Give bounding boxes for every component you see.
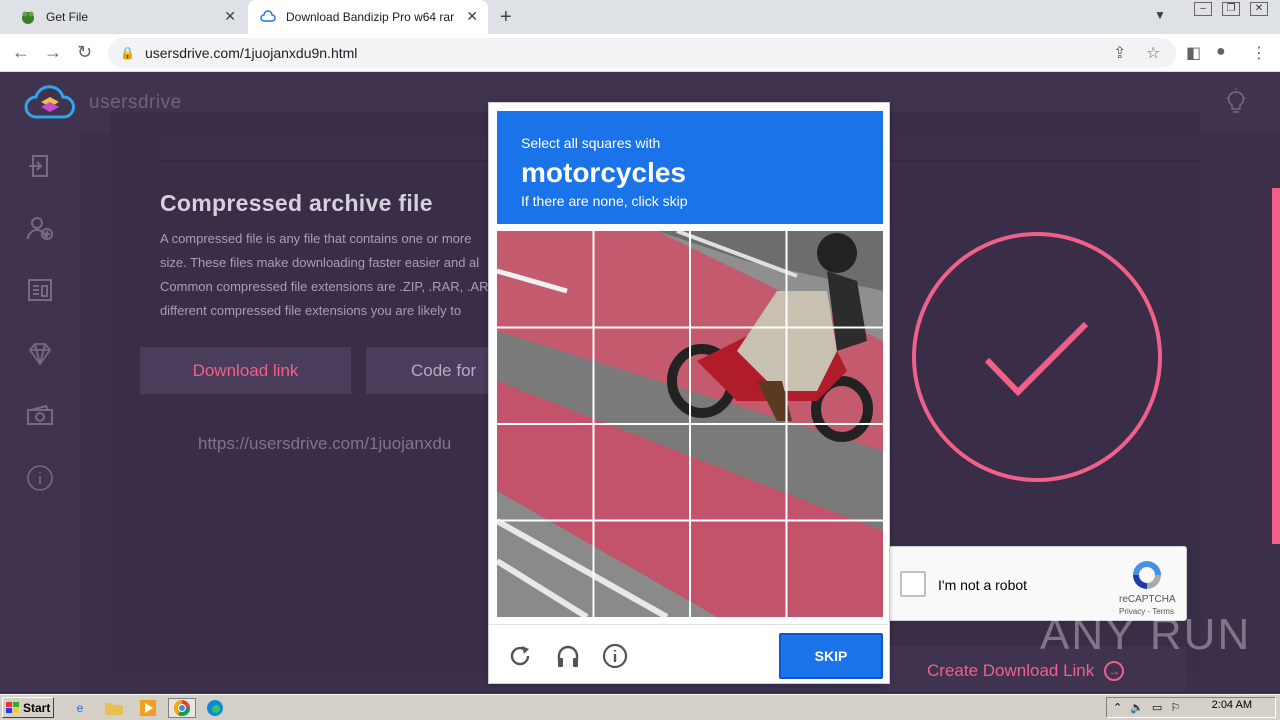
tab-title: Download Bandizip Pro w64 rar — [286, 10, 455, 24]
close-tab-icon[interactable]: ✕ — [466, 8, 478, 25]
recaptcha-checkbox[interactable] — [900, 571, 926, 597]
windows-logo-icon — [6, 701, 19, 713]
challenge-keyword: motorcycles — [521, 157, 686, 188]
volume-icon[interactable]: 🔈 — [1130, 701, 1144, 714]
site-brand[interactable]: usersdrive — [89, 92, 182, 114]
reload-icon[interactable]: ↻ — [77, 42, 92, 63]
anyrun-watermark: ANY RUN — [1040, 610, 1252, 659]
money-icon[interactable] — [26, 402, 54, 430]
add-user-icon[interactable] — [26, 214, 54, 242]
section-heading: Compressed archive file — [160, 190, 433, 216]
download-url[interactable]: https://usersdrive.com/1juojanxdu — [198, 434, 451, 454]
chevron-up-icon[interactable]: ⌃ — [1113, 701, 1122, 714]
tab-get-file[interactable]: Get File ✕ — [8, 0, 246, 34]
address-bar[interactable]: 🔒 usersdrive.com/1juojanxdu9n.html — [108, 38, 1176, 68]
folder-icon[interactable] — [104, 698, 124, 718]
challenge-image-grid — [497, 231, 883, 617]
cloud-icon — [260, 9, 276, 25]
close-tab-icon[interactable]: ✕ — [224, 8, 236, 25]
tab-download-link[interactable]: Download link — [140, 347, 351, 394]
edge-icon[interactable] — [205, 698, 225, 718]
challenge-header: Select all squares with motorcycles If t… — [497, 111, 883, 224]
taskbar: Start e ⌃ 🔈 ▭ ⚐ 2:04 AM — [0, 694, 1280, 720]
clock: 2:04 AM — [1211, 699, 1252, 711]
info-icon[interactable] — [26, 464, 54, 492]
recaptcha-label: I'm not a robot — [938, 577, 1028, 593]
browser-toolbar: ← → ↻ 🔒 usersdrive.com/1juojanxdu9n.html… — [0, 34, 1280, 72]
forward-icon[interactable]: → — [44, 42, 62, 63]
close-window-icon[interactable]: ✕ — [1250, 2, 1268, 16]
tab-code-for[interactable]: Code for — [366, 347, 506, 394]
sign-in-icon[interactable] — [26, 152, 54, 180]
recaptcha-logo-icon — [1133, 561, 1161, 589]
skip-button[interactable]: SKIP — [779, 633, 883, 679]
page-scrollbar[interactable] — [1272, 188, 1280, 544]
challenge-hint: If there are none, click skip — [521, 193, 688, 209]
challenge-footer: SKIP — [489, 624, 889, 684]
tab-download-bandizip[interactable]: Download Bandizip Pro w64 rar ✕ — [248, 0, 488, 34]
tab-title: Get File — [46, 10, 89, 24]
arrow-right-icon: → — [1104, 661, 1125, 681]
browser-tab-bar: Get File ✕ Download Bandizip Pro w64 rar… — [0, 0, 1280, 34]
challenge-instruction: Select all squares with — [521, 135, 661, 151]
back-icon[interactable]: ← — [12, 42, 30, 63]
info-icon[interactable] — [602, 643, 628, 669]
recaptcha-challenge: Select all squares with motorcycles If t… — [488, 102, 890, 684]
menu-icon[interactable]: ⋮ — [1251, 43, 1267, 63]
sidebar — [0, 134, 80, 692]
lock-icon: 🔒 — [120, 46, 135, 60]
description-line: size. These files make downloading faste… — [160, 255, 480, 270]
new-tab-button[interactable]: + — [500, 6, 512, 29]
headphones-icon[interactable] — [555, 643, 581, 669]
profile-icon[interactable]: ● — [1216, 43, 1226, 61]
file-list-icon[interactable] — [26, 276, 54, 304]
recaptcha-brand: reCAPTCHA — [1119, 594, 1176, 605]
chrome-icon[interactable] — [168, 698, 196, 718]
minimize-icon[interactable]: – — [1194, 2, 1212, 16]
side-panel-icon[interactable]: ◧ — [1186, 43, 1201, 63]
frog-icon — [20, 9, 36, 25]
restore-icon[interactable]: ❐ — [1222, 2, 1240, 16]
description-line: different compressed file extensions you… — [160, 303, 462, 318]
description-line: Common compressed file extensions are .Z… — [160, 279, 489, 294]
street-scene-image — [497, 231, 883, 617]
lightbulb-icon[interactable] — [1224, 88, 1248, 118]
ie-icon[interactable]: e — [70, 698, 90, 718]
start-button[interactable]: Start — [2, 697, 54, 718]
reload-icon[interactable] — [507, 643, 533, 669]
chevron-down-icon[interactable]: ▼ — [1154, 8, 1166, 22]
star-icon[interactable]: ☆ — [1146, 43, 1160, 63]
usersdrive-logo[interactable] — [24, 84, 76, 122]
start-label: Start — [23, 700, 51, 715]
network-icon[interactable]: ▭ — [1152, 701, 1162, 714]
share-icon[interactable]: ⇪ — [1113, 43, 1126, 63]
create-download-link-label: Create Download Link — [927, 661, 1095, 680]
window-controls: – ❐ ✕ — [1194, 2, 1268, 16]
description-line: A compressed file is any file that conta… — [160, 231, 472, 246]
check-circle-icon — [912, 232, 1162, 482]
url-text: usersdrive.com/1juojanxdu9n.html — [144, 45, 358, 61]
media-player-icon[interactable] — [138, 698, 158, 718]
flag-icon[interactable]: ⚐ — [1170, 701, 1180, 714]
diamond-icon[interactable] — [26, 340, 54, 368]
